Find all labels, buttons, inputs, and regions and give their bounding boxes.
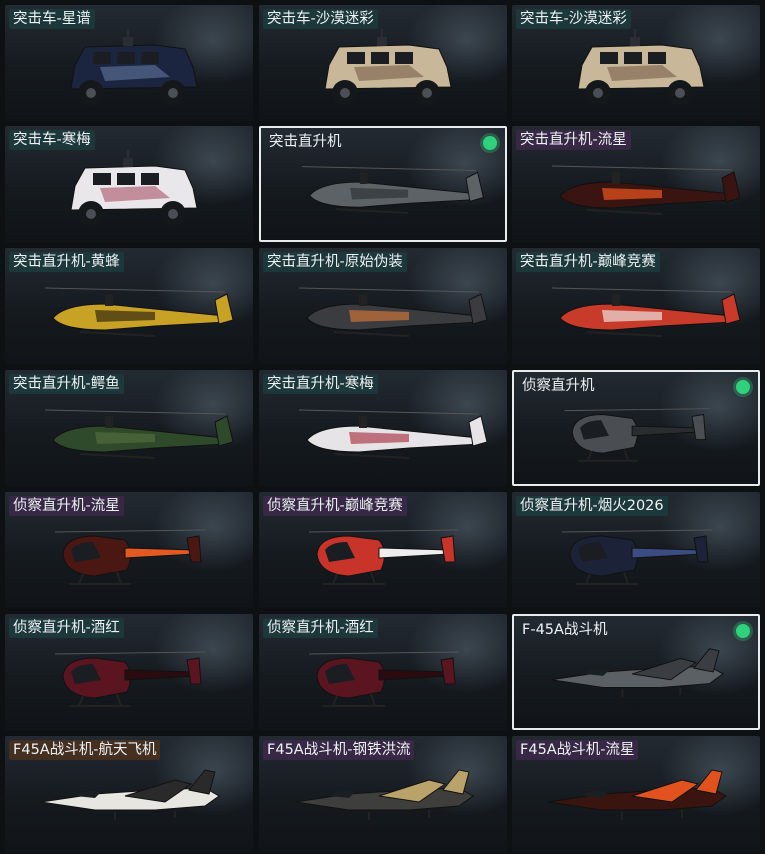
vehicle-skin-card[interactable]: F45A战斗机-钢铁洪流 [259,736,507,852]
vehicle-skin-label: 突击直升机-寒梅 [263,374,378,394]
vehicle-skin-card[interactable]: 侦察直升机-巅峰竞赛 [259,492,507,608]
equipped-indicator-icon [736,624,750,638]
vehicle-skin-card[interactable]: 突击直升机-流星 [512,126,760,242]
vehicle-skin-card[interactable]: 突击车-寒梅 [5,126,253,242]
vehicle-skin-label: 侦察直升机-巅峰竞赛 [263,496,407,516]
vehicle-skin-card[interactable]: 侦察直升机-酒红 [5,614,253,730]
vehicle-skin-card[interactable]: F-45A战斗机 [512,614,760,730]
vehicle-skin-card[interactable]: 侦察直升机-流星 [5,492,253,608]
vehicle-skin-label: 侦察直升机-流星 [9,496,124,516]
vehicle-skin-card[interactable]: 突击车-沙漠迷彩 [259,5,507,121]
vehicle-skin-grid: 突击车-星谱 突击车-沙漠迷彩 突击车-沙漠迷彩突击车-寒梅 突击直升机 突击直升机-流… [0,0,765,854]
vehicle-skin-card[interactable]: 侦察直升机-酒红 [259,614,507,730]
vehicle-skin-card[interactable]: 突击直升机-黄蜂 [5,248,253,364]
vehicle-skin-label: F45A战斗机-航天飞机 [9,740,161,760]
vehicle-skin-label: 突击直升机-巅峰竞赛 [516,252,660,272]
vehicle-skin-label: 突击车-星谱 [9,9,95,29]
vehicle-skin-card[interactable]: 突击直升机 [259,126,507,242]
vehicle-skin-label: 侦察直升机-酒红 [9,618,124,638]
vehicle-skin-card[interactable]: 突击直升机-巅峰竞赛 [512,248,760,364]
vehicle-skin-label: 突击车-寒梅 [9,130,95,150]
vehicle-skin-label: 侦察直升机 [522,378,595,394]
vehicle-skin-label: F45A战斗机-流星 [516,740,639,760]
vehicle-skin-card[interactable]: 侦察直升机-烟火2026 [512,492,760,608]
vehicle-skin-label: 突击车-沙漠迷彩 [263,9,378,29]
equipped-indicator-icon [483,136,497,150]
vehicle-skin-label: 突击直升机-流星 [516,130,631,150]
vehicle-skin-label: 突击直升机 [269,134,342,150]
vehicle-skin-label: 突击车-沙漠迷彩 [516,9,631,29]
vehicle-skin-label: F-45A战斗机 [522,622,608,638]
vehicle-skin-card[interactable]: 突击车-沙漠迷彩 [512,5,760,121]
equipped-indicator-icon [736,380,750,394]
vehicle-skin-card[interactable]: 突击直升机-鳄鱼 [5,370,253,486]
vehicle-skin-label: 侦察直升机-烟火2026 [516,496,668,516]
vehicle-skin-label: 突击直升机-原始伪装 [263,252,407,272]
vehicle-skin-card[interactable]: 突击直升机-原始伪装 [259,248,507,364]
vehicle-skin-label: 侦察直升机-酒红 [263,618,378,638]
vehicle-skin-label: F45A战斗机-钢铁洪流 [263,740,415,760]
vehicle-skin-card[interactable]: F45A战斗机-航天飞机 [5,736,253,852]
vehicle-skin-card[interactable]: 侦察直升机 [512,370,760,486]
vehicle-skin-card[interactable]: 突击车-星谱 [5,5,253,121]
vehicle-skin-card[interactable]: 突击直升机-寒梅 [259,370,507,486]
vehicle-skin-card[interactable]: F45A战斗机-流星 [512,736,760,852]
vehicle-skin-label: 突击直升机-鳄鱼 [9,374,124,394]
vehicle-skin-label: 突击直升机-黄蜂 [9,252,124,272]
